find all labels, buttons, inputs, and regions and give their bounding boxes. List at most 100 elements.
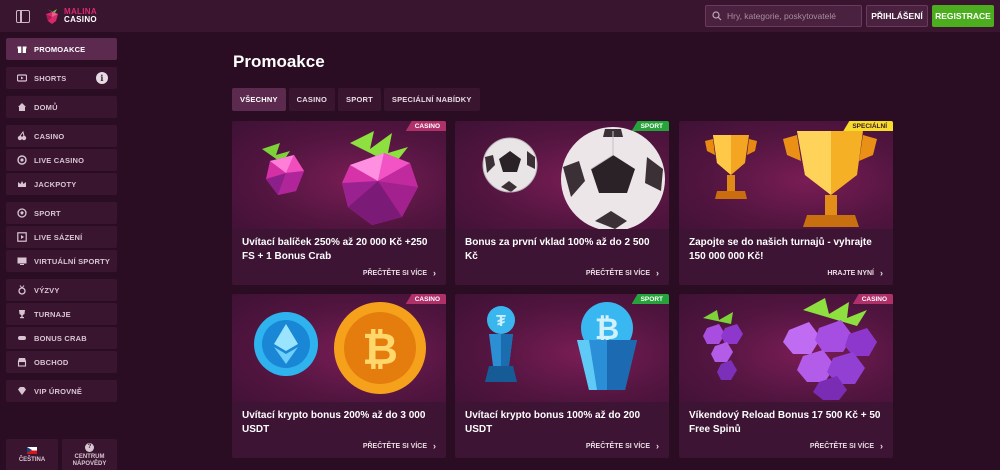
page-title: Promoakce xyxy=(233,52,325,71)
sidebar-item-promoakce[interactable]: PROMOAKCE xyxy=(6,38,117,60)
promo-art-trophies xyxy=(679,121,893,229)
promo-art-soccer-balls xyxy=(455,121,669,229)
sidebar-item-label: TURNAJE xyxy=(34,309,71,319)
chevron-right-icon: › xyxy=(433,268,436,278)
sidebar-item-label: OBCHOD xyxy=(34,357,69,367)
promo-title: Uvítací krypto bonus 200% až do 3 000 US… xyxy=(242,410,426,435)
claw-icon xyxy=(17,333,27,343)
help-center-button[interactable]: ? CENTRUM NÁPOVĚDY xyxy=(62,439,117,470)
grapes-large-icon xyxy=(783,298,877,400)
chip-icon xyxy=(17,155,27,165)
read-more-link[interactable]: PŘEČTĚTE SI VÍCE › xyxy=(586,441,659,451)
read-more-label: PŘEČTĚTE SI VÍCE xyxy=(585,269,650,277)
video-icon xyxy=(17,73,27,83)
help-label-line2: NÁPOVĚDY xyxy=(72,460,107,467)
cherries-icon xyxy=(17,131,27,141)
read-more-link[interactable]: PŘEČTĚTE SI VÍCE › xyxy=(363,268,436,278)
crown-icon xyxy=(17,179,27,189)
svg-text:₮: ₮ xyxy=(496,313,506,330)
soccer-ball-small-icon xyxy=(482,137,538,193)
live-icon xyxy=(17,232,27,242)
sidebar-item-label: LIVE SÁZENÍ xyxy=(34,232,83,242)
sidebar-item-casino[interactable]: CASINO xyxy=(6,125,117,147)
ball-icon xyxy=(17,208,27,218)
read-more-label: PŘEČTĚTE SI VÍCE xyxy=(362,442,427,450)
sidebar-item-virtualni-sporty[interactable]: VIRTUÁLNÍ SPORTY xyxy=(6,250,117,272)
home-icon xyxy=(17,102,27,112)
search-icon xyxy=(712,11,722,21)
sidebar-item-domu[interactable]: DOMŮ xyxy=(6,96,117,118)
info-icon[interactable]: i xyxy=(96,72,108,84)
chevron-right-icon: › xyxy=(656,268,659,278)
promo-title: Bonus za první vklad 100% až do 2 500 Kč xyxy=(465,237,650,262)
search-box[interactable] xyxy=(705,5,862,27)
sidebar-item-obchod[interactable]: OBCHOD xyxy=(6,351,117,373)
logo-line2: CASINO xyxy=(64,15,97,24)
help-icon: ? xyxy=(85,442,94,452)
promo-title: Víkendový Reload Bonus 17 500 Kč + 50 Fr… xyxy=(689,410,881,435)
promo-card[interactable]: SPECIÁLNÍ Zapojte se do našich turnajů -… xyxy=(679,121,893,285)
promo-card[interactable]: CASINO Uvítací balíček 250% až 20 000 Kč… xyxy=(232,121,446,285)
trophy-small-icon xyxy=(705,135,757,199)
play-now-link[interactable]: HRAJTE NYNÍ › xyxy=(827,268,883,278)
promo-card[interactable]: ₮ ₿ SPORT Uvítací krypto bonus 100% až d… xyxy=(455,294,669,458)
read-more-link[interactable]: PŘEČTĚTE SI VÍCE › xyxy=(810,441,883,451)
chevron-right-icon: › xyxy=(880,441,883,451)
sidebar-item-live-casino[interactable]: LIVE CASINO xyxy=(6,149,117,171)
grapes-small-icon xyxy=(703,310,743,380)
sidebar-item-vyzvy[interactable]: VÝZVY xyxy=(6,279,117,301)
promo-card[interactable]: ₿ CASINO Uvítací krypto bonus 200% až do… xyxy=(232,294,446,458)
register-button[interactable]: REGISTRACE xyxy=(932,5,994,27)
sidebar-item-bonus-crab[interactable]: BONUS CRAB xyxy=(6,327,117,349)
language-button[interactable]: ČEŠTINA xyxy=(6,439,58,470)
sidebar-item-jackpoty[interactable]: JACKPOTY xyxy=(6,173,117,195)
sidebar-item-sport[interactable]: SPORT xyxy=(6,202,117,224)
sidebar-item-label: PROMOAKCE xyxy=(34,44,86,54)
promo-art-crypto-coins: ₿ xyxy=(232,294,446,402)
sidebar-item-live-sazeni[interactable]: LIVE SÁZENÍ xyxy=(6,226,117,248)
sidebar-item-label: DOMŮ xyxy=(34,102,58,112)
promo-art-crypto-trophies: ₮ ₿ xyxy=(455,294,669,402)
read-more-link[interactable]: PŘEČTĚTE SI VÍCE › xyxy=(586,268,659,278)
tab-casino[interactable]: CASINO xyxy=(288,88,336,111)
bitcoin-coin-icon: ₿ xyxy=(334,302,426,394)
tab-specialni-nabidky[interactable]: SPECIÁLNÍ NABÍDKY xyxy=(383,88,480,111)
promo-card[interactable]: CASINO Víkendový Reload Bonus 17 500 Kč … xyxy=(679,294,893,458)
sidebar-item-label: LIVE CASINO xyxy=(34,155,85,165)
promo-art-grapes xyxy=(679,294,893,402)
raspberry-large-icon xyxy=(342,131,418,225)
czech-flag-icon xyxy=(27,446,37,454)
svg-text:₿: ₿ xyxy=(362,325,398,374)
bitcoin-trophy-icon: ₿ xyxy=(577,302,637,390)
sidebar-item-turnaje[interactable]: TURNAJE xyxy=(6,303,117,325)
login-button[interactable]: PŘIHLÁŠENÍ xyxy=(866,5,928,27)
sidebar-item-label: VÝZVY xyxy=(34,285,60,295)
sidebar-item-label: BONUS CRAB xyxy=(34,333,87,343)
sidebar-item-vip-urovne[interactable]: VIP ÚROVNĚ xyxy=(6,380,117,402)
sidebar-item-label: VIRTUÁLNÍ SPORTY xyxy=(34,256,111,266)
sidebar-toggle-icon[interactable] xyxy=(16,9,30,23)
logo[interactable]: MALINA CASINO xyxy=(44,7,97,25)
read-more-link[interactable]: PŘEČTĚTE SI VÍCE › xyxy=(363,441,436,451)
chevron-right-icon: › xyxy=(433,441,436,451)
category-badge: CASINO xyxy=(852,294,893,304)
chevron-right-icon: › xyxy=(656,441,659,451)
language-label: ČEŠTINA xyxy=(18,456,46,463)
tab-vsechny[interactable]: VŠECHNY xyxy=(232,88,286,111)
sidebar: PROMOAKCE SHORTS i DOMŮ CASINO LIVE CASI… xyxy=(0,32,122,470)
tab-sport[interactable]: SPORT xyxy=(338,88,381,111)
sidebar-item-label: VIP ÚROVNĚ xyxy=(34,386,83,396)
read-more-label: PŘEČTĚTE SI VÍCE xyxy=(809,442,874,450)
gift-icon xyxy=(17,44,27,54)
ethereum-coin-icon xyxy=(254,312,318,376)
help-label-line1: CENTRUM xyxy=(74,453,105,460)
promo-title: Uvítací balíček 250% až 20 000 Kč +250 F… xyxy=(242,237,428,262)
read-more-label: PŘEČTĚTE SI VÍCE xyxy=(585,442,650,450)
raspberry-small-icon xyxy=(262,143,304,195)
promo-card[interactable]: SPORT Bonus za první vklad 100% až do 2 … xyxy=(455,121,669,285)
tether-trophy-icon: ₮ xyxy=(485,306,517,382)
promo-title: Zapojte se do našich turnajů - vyhrajte … xyxy=(689,237,872,262)
search-input[interactable] xyxy=(727,11,861,21)
sidebar-item-shorts[interactable]: SHORTS i xyxy=(6,67,117,89)
promo-title: Uvítací krypto bonus 100% až do 200 USDT xyxy=(465,410,641,435)
